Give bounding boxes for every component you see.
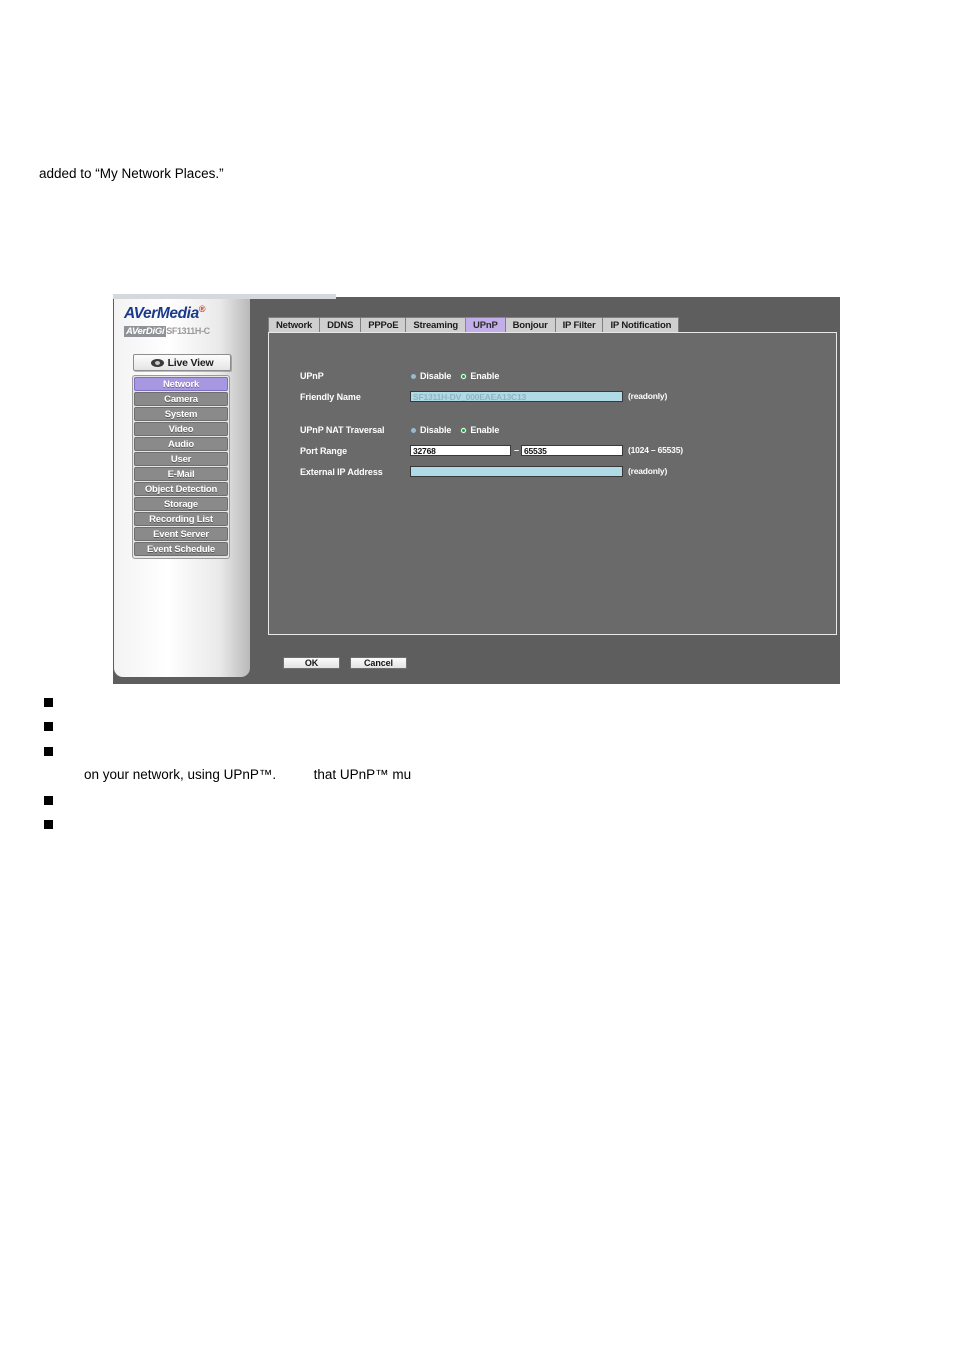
- upnp-radio-group: Disable Enable: [410, 370, 499, 383]
- sidebar-item-camera[interactable]: Camera: [134, 392, 228, 406]
- live-view-label: Live View: [167, 356, 214, 369]
- port-range-to-input[interactable]: 65535: [521, 445, 623, 456]
- sidebar-menu: Network Camera System Video Audio User E…: [132, 375, 230, 559]
- ok-button-label: OK: [304, 658, 319, 668]
- friendly-name-label: Friendly Name: [300, 392, 361, 402]
- sidebar-item-storage[interactable]: Storage: [134, 497, 228, 511]
- sidebar-item-event-schedule[interactable]: Event Schedule: [134, 542, 228, 556]
- port-range-separator: –: [514, 445, 520, 455]
- sidebar-item-event-server[interactable]: Event Server: [134, 527, 228, 541]
- radio-icon: [410, 427, 417, 434]
- tab-streaming[interactable]: Streaming: [405, 317, 467, 332]
- sidebar-item-label: Network: [162, 378, 200, 390]
- eye-icon: [150, 358, 164, 367]
- brand-model-number: SF1311H-C: [166, 326, 210, 336]
- nat-traversal-radio-group: Disable Enable: [410, 424, 499, 437]
- upnp-disable-label: Disable: [420, 371, 452, 381]
- brand-name-text: AVerMedia: [124, 305, 199, 323]
- tab-bonjour[interactable]: Bonjour: [504, 317, 556, 332]
- upnp-enable-option[interactable]: Enable: [460, 370, 499, 383]
- list-item: [44, 743, 904, 761]
- tab-pppoe[interactable]: PPPoE: [360, 317, 407, 332]
- brand-trademark: ®: [198, 304, 206, 314]
- ok-button[interactable]: OK: [283, 657, 340, 669]
- sidebar-item-network[interactable]: Network: [134, 377, 228, 391]
- bullet-square-icon: [44, 747, 53, 756]
- list-item: [44, 718, 904, 736]
- brand-sub-logo: AVerDiGi SF1311H-C: [124, 321, 210, 339]
- external-ip-field: [410, 466, 623, 477]
- tab-ip-filter[interactable]: IP Filter: [554, 317, 604, 332]
- radio-checked-icon: [460, 427, 468, 434]
- sidebar-item-label: Event Schedule: [147, 543, 215, 555]
- tab-label: PPPoE: [368, 319, 399, 331]
- sidebar-item-label: User: [170, 453, 192, 465]
- upnp-enable-label: Enable: [470, 371, 500, 381]
- list-item: [44, 816, 904, 834]
- tab-label: Streaming: [413, 319, 459, 331]
- list-item: [44, 694, 904, 712]
- sidebar-item-recording-list[interactable]: Recording List: [134, 512, 228, 526]
- sidebar-item-label: Video: [168, 423, 194, 435]
- sidebar-item-audio[interactable]: Audio: [134, 437, 228, 451]
- nat-enable-option[interactable]: Enable: [460, 424, 499, 437]
- tab-label: UPnP: [473, 319, 498, 331]
- nat-disable-option[interactable]: Disable: [410, 424, 451, 437]
- tab-label: IP Filter: [562, 319, 596, 331]
- sidebar-item-label: Object Detection: [144, 483, 218, 495]
- tab-label: DDNS: [327, 319, 354, 331]
- tab-network[interactable]: Network: [268, 317, 321, 332]
- radio-icon: [410, 373, 417, 380]
- tab-label: Network: [276, 319, 313, 331]
- friendly-name-field: SF1311H-DV_000EAEA13C13: [410, 391, 623, 402]
- external-ip-readonly-hint: (readonly): [628, 466, 668, 476]
- sidebar-item-label: Recording List: [149, 513, 213, 525]
- tab-bar: Network DDNS PPPoE Streaming UPnP Bonjou…: [268, 317, 680, 332]
- tab-upnp[interactable]: UPnP: [465, 317, 506, 332]
- sidebar-item-system[interactable]: System: [134, 407, 228, 421]
- sidebar-item-label: Event Server: [153, 528, 209, 540]
- live-view-button[interactable]: Live View: [133, 354, 231, 371]
- list-item: [44, 792, 904, 810]
- tab-ip-notification[interactable]: IP Notification: [602, 317, 680, 332]
- nat-enable-label: Enable: [470, 425, 500, 435]
- bullet-square-icon: [44, 698, 53, 707]
- brand-sub-name: AVerDiGi: [124, 326, 167, 337]
- bullet-square-icon: [44, 796, 53, 805]
- nat-traversal-label: UPnP NAT Traversal: [300, 425, 385, 435]
- sidebar-item-video[interactable]: Video: [134, 422, 228, 436]
- sidebar-item-label: Audio: [168, 438, 194, 450]
- sidebar-item-email[interactable]: E-Mail: [134, 467, 228, 481]
- embedded-app-screenshot: AVerMedia® AVerDiGi SF1311H-C Live View N…: [113, 294, 840, 684]
- tab-label: Bonjour: [512, 319, 548, 331]
- nat-disable-label: Disable: [420, 425, 452, 435]
- tab-ddns[interactable]: DDNS: [319, 317, 362, 332]
- sidebar-item-label: System: [164, 408, 198, 420]
- sidebar-item-label: E-Mail: [167, 468, 195, 480]
- external-ip-label: External IP Address: [300, 467, 383, 477]
- sidebar-item-label: Camera: [164, 393, 198, 405]
- cancel-button-label: Cancel: [364, 658, 393, 668]
- friendly-name-readonly-hint: (readonly): [628, 391, 668, 401]
- sidebar: AVerMedia® AVerDiGi SF1311H-C Live View N…: [114, 299, 250, 677]
- intro-paragraph: added to “My Network Places.”: [39, 166, 224, 181]
- content-region: Network DDNS PPPoE Streaming UPnP Bonjou…: [253, 297, 840, 684]
- port-range-hint: (1024 – 65535): [628, 445, 683, 455]
- settings-panel: UPnP Disable Enable Friendly Name SF1311…: [268, 332, 837, 635]
- upnp-disable-option[interactable]: Disable: [410, 370, 451, 383]
- port-range-label: Port Range: [300, 446, 348, 456]
- sidebar-item-user[interactable]: User: [134, 452, 228, 466]
- bullet-square-icon: [44, 820, 53, 829]
- tab-label: IP Notification: [610, 319, 672, 331]
- bullet-square-icon: [44, 722, 53, 731]
- brand-logo: AVerMedia® AVerDiGi SF1311H-C: [114, 301, 250, 337]
- sidebar-item-label: Storage: [164, 498, 198, 510]
- list-item-continuation: on your network, using UPnP™. that UPnP™…: [84, 767, 412, 782]
- upnp-label: UPnP: [300, 371, 324, 381]
- port-range-from-input[interactable]: 32768: [410, 445, 511, 456]
- sidebar-item-object-detection[interactable]: Object Detection: [134, 482, 228, 496]
- cancel-button[interactable]: Cancel: [350, 657, 407, 669]
- form-button-bar: OK Cancel: [283, 657, 407, 669]
- radio-checked-icon: [460, 373, 468, 380]
